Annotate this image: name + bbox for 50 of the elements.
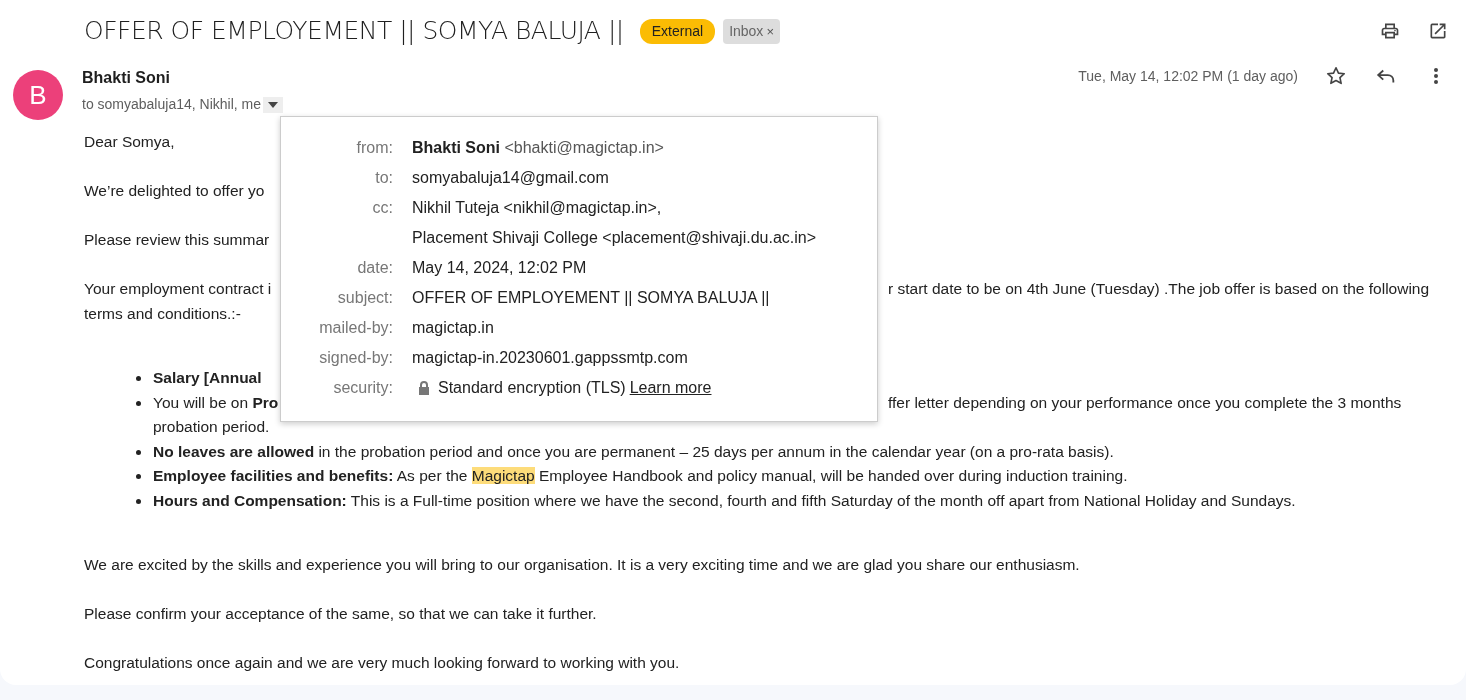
field-label: security:	[332, 378, 393, 398]
list-item-text: Hours and Compensation: This is a Full-time position where we have the second, fourth and fifth Saturday of the month off apart from National Holiday and Sundays.	[153, 490, 1296, 511]
paragraph-text: Please review this summar	[84, 230, 270, 250]
paragraph-text: Congratulations once again and we are very much looking forward to working with you.	[84, 653, 680, 673]
paragraph-text: terms and conditions.:-	[84, 303, 241, 324]
bullet-icon	[136, 474, 141, 479]
field-label: subject:	[336, 288, 393, 308]
lock-icon	[418, 381, 430, 395]
bullet-icon	[136, 376, 141, 381]
field-value: Nikhil Tuteja <nikhil@magictap.in>,	[412, 198, 663, 218]
field-value: Standard encryption (TLS)	[438, 378, 626, 398]
bullet-icon	[136, 449, 141, 455]
remove-label-button[interactable]: ×	[763, 24, 774, 38]
list-item-text: No leaves are allowed in the probation period and once you are permanent – 25 days per annum in the calendar year (on a pro-rata basis).	[153, 441, 1114, 462]
field-label: from:	[355, 138, 393, 158]
learn-more-link[interactable]: Learn more	[629, 373, 712, 403]
field-label: cc:	[371, 198, 393, 218]
external-label: External	[639, 18, 716, 44]
field-value: somyabaluja14@gmail.com	[412, 168, 609, 188]
field-label: to:	[374, 168, 393, 188]
details-dropdown-button[interactable]	[263, 96, 283, 113]
list-item-text: You will be on Pro	[153, 392, 279, 413]
label-text: Inbox	[729, 21, 764, 41]
field-label: signed-by:	[318, 348, 393, 368]
bullet-icon	[136, 400, 141, 406]
sender-address-text: Bhakti Soni <bhakti@magictap.in>	[412, 139, 664, 156]
email-date: Tue, May 14, 12:02 PM (1 day ago)	[1078, 66, 1298, 86]
paragraph-text: We’re delighted to offer yo	[84, 181, 265, 201]
field-label: mailed-by:	[318, 318, 393, 338]
paragraph-text: r start date to be on 4th June (Tuesday) .The job offer is based on the following	[888, 279, 1431, 299]
sender-name: Bhakti Soni	[82, 68, 171, 88]
email-subject: OFFER OF EMPLOYEMENT || SOMYA BALUJA ||	[84, 16, 624, 46]
paragraph-text: ffer letter depending on your performance once you complete the 3 months	[888, 392, 1403, 413]
field-value: May 14, 2024, 12:02 PM	[412, 258, 587, 278]
paragraph-text: Please confirm your acceptance of the same, so that we can take it further.	[84, 604, 597, 624]
paragraph-text: Your employment contract i	[84, 279, 272, 299]
field-value: Placement Shivaji College <placement@shivaji.du.ac.in>	[412, 228, 816, 248]
paragraph-text: Dear Somya,	[84, 132, 175, 152]
caret-icon	[268, 101, 278, 108]
sender-avatar: B	[13, 70, 63, 120]
field-value: magictap-in.20230601.gappssmtp.com	[412, 348, 688, 368]
list-item-text: Salary [Annual	[153, 368, 262, 388]
bullet-icon	[136, 498, 141, 504]
recipients-text: to somyabaluja14, Nikhil, me	[82, 95, 261, 114]
list-item-text: Employee facilities and benefits: As per the Magictap Employee Handbook and policy manual, will be handed over during induction training.	[153, 466, 1128, 486]
list-item-text: probation period.	[153, 417, 270, 437]
paragraph-text: We are excited by the skills and experience you will bring to our organisation. It is a very exciting time and we are glad you share our enthusiasm.	[84, 555, 1080, 575]
field-value: OFFER OF EMPLOYEMENT || SOMYA BALUJA ||	[412, 288, 770, 308]
field-value: magictap.in	[412, 318, 494, 338]
field-label: date:	[356, 258, 393, 278]
